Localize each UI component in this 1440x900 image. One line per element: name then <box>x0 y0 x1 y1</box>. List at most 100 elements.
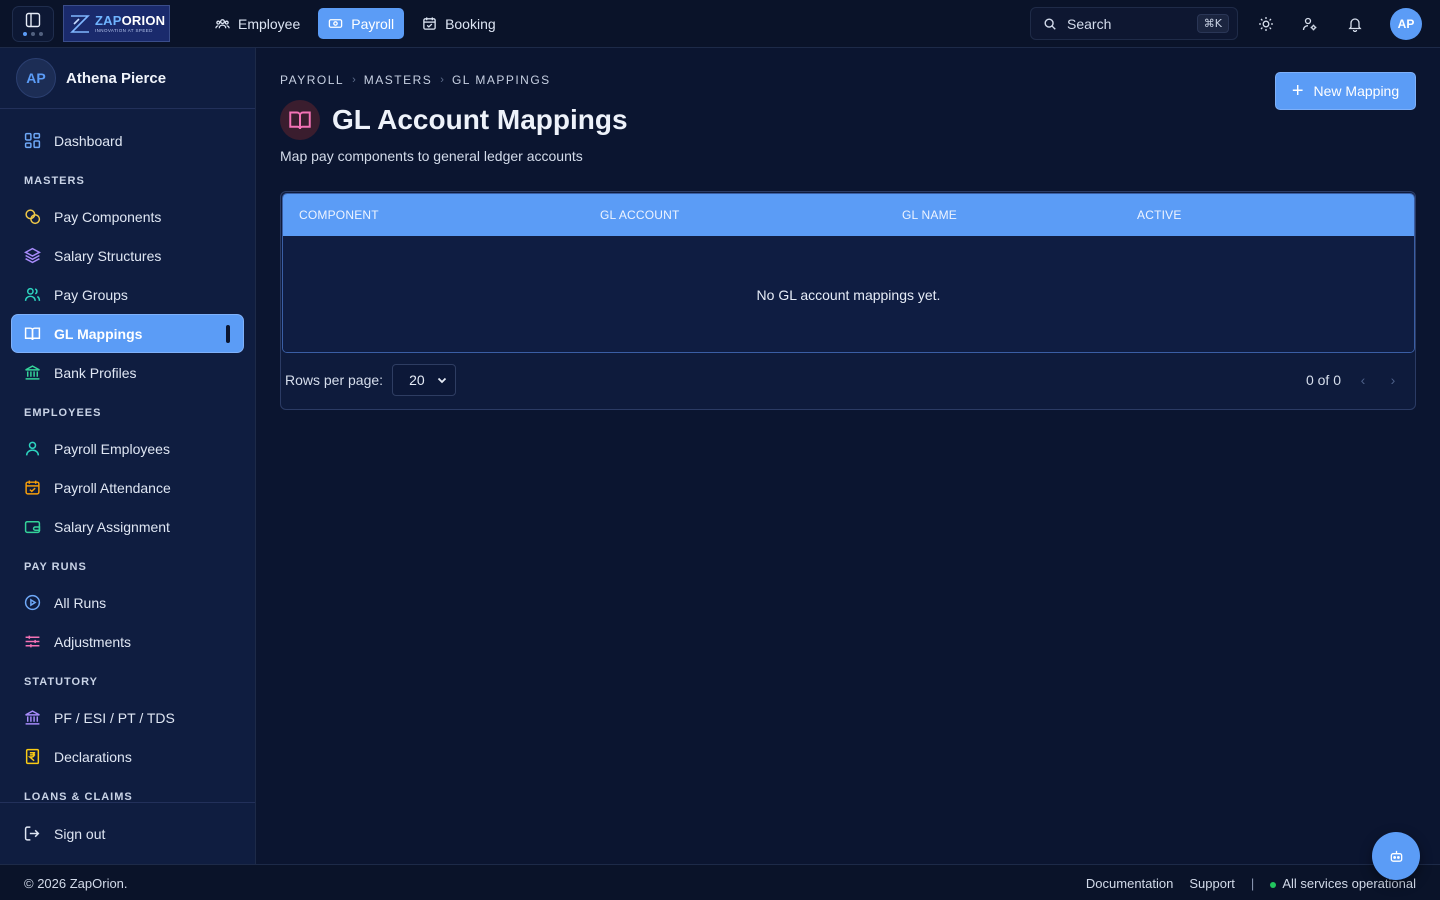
column-header-gl-account[interactable]: GL ACCOUNT <box>600 208 680 222</box>
sidebar-item-label: Salary Assignment <box>54 518 170 535</box>
module-tab-payroll[interactable]: Payroll <box>318 8 405 39</box>
sign-out-label: Sign out <box>54 825 106 842</box>
breadcrumb-payroll[interactable]: PAYROLL <box>280 73 344 87</box>
landmark-icon <box>25 710 40 725</box>
user-icon <box>25 441 40 456</box>
sidebar-item-pay-components[interactable]: Pay Components <box>12 198 243 235</box>
sidebar-item-payroll-attendance[interactable]: Payroll Attendance <box>12 469 243 506</box>
banknote-icon <box>329 19 343 28</box>
sidebar-item-label: Pay Components <box>54 208 162 225</box>
logo-wordmark: ZAPORION <box>95 12 166 28</box>
account-settings-button[interactable] <box>1298 12 1322 36</box>
new-mapping-label: New Mapping <box>1313 83 1400 99</box>
book-open-icon <box>289 111 311 130</box>
assistant-bot-button[interactable] <box>1372 832 1420 880</box>
column-header-gl-name[interactable]: GL NAME <box>902 208 957 222</box>
page-title: GL Account Mappings <box>332 104 628 135</box>
module-tab-booking[interactable]: Booking <box>412 8 506 39</box>
user-avatar-button[interactable]: AP <box>1390 8 1422 40</box>
search-label: Search <box>1067 15 1112 32</box>
main-content: PAYROLL › MASTERS › GL MAPPINGS GL Accou… <box>256 48 1440 864</box>
sidebar: AP Athena Pierce Dashboard MASTERS Pay C… <box>0 48 256 864</box>
module-tab-label: Payroll <box>351 15 395 32</box>
sidebar-nav[interactable]: Dashboard MASTERS Pay Components Salary … <box>0 109 255 802</box>
chevron-right-icon[interactable]: › <box>1385 372 1401 388</box>
zaporion-logo[interactable]: ZAPORION INNOVATION AT SPEED <box>63 5 170 42</box>
breadcrumb-masters[interactable]: MASTERS <box>364 73 433 87</box>
section-label-pay-runs: PAY RUNS <box>24 561 87 573</box>
pagination-range: 0 of 0 <box>1305 372 1341 388</box>
sidebar-item-label: PF / ESI / PT / TDS <box>54 709 175 726</box>
sidebar-item-salary-structures[interactable]: Salary Structures <box>12 237 243 274</box>
user-cog-icon <box>1302 17 1317 31</box>
sidebar-item-label: Salary Structures <box>54 247 162 264</box>
column-header-active[interactable]: ACTIVE <box>1137 208 1182 222</box>
users-icon <box>215 19 230 29</box>
section-label-employees: EMPLOYEES <box>24 407 102 419</box>
sidebar-item-bank-profiles[interactable]: Bank Profiles <box>12 354 243 391</box>
chevron-right-icon: › <box>352 74 356 86</box>
bell-icon <box>1348 18 1362 32</box>
sidebar-item-dashboard[interactable]: Dashboard <box>12 122 243 159</box>
sidebar-item-adjustments[interactable]: Adjustments <box>12 623 243 660</box>
page-subtitle: Map pay components to general ledger acc… <box>280 148 583 164</box>
sun-icon <box>1259 17 1273 31</box>
logo-mark-icon <box>70 14 90 33</box>
wallet-icon <box>24 520 41 534</box>
gl-mappings-table: COMPONENT GL ACCOUNT GL NAME ACTIVE No G… <box>282 193 1415 353</box>
sidebar-toggle-button[interactable] <box>12 6 54 42</box>
rows-per-page-select[interactable]: 20 <box>392 364 457 396</box>
logo-tagline: INNOVATION AT SPEED <box>95 27 153 33</box>
sidebar-item-label: GL Mappings <box>54 325 143 342</box>
breadcrumb: PAYROLL › MASTERS › GL MAPPINGS <box>280 73 551 87</box>
user-name: Athena Pierce <box>66 69 167 87</box>
footer-links: Documentation Support | All services ope… <box>1086 876 1416 891</box>
module-tab-label: Employee <box>238 15 301 32</box>
section-label-masters: MASTERS <box>24 175 85 187</box>
page-icon <box>280 100 320 140</box>
dashboard-icon <box>24 132 41 149</box>
status-dot-icon <box>1270 881 1277 888</box>
sidebar-item-pf-esi-pt-tds[interactable]: PF / ESI / PT / TDS <box>12 699 243 736</box>
sliders-icon <box>25 635 40 648</box>
module-tab-label: Booking <box>445 15 496 32</box>
notifications-button[interactable] <box>1343 12 1367 36</box>
calendar-check-icon <box>423 17 436 30</box>
global-search[interactable]: Search ⌘K <box>1030 7 1238 40</box>
section-label-loans-claims: LOANS & CLAIMS <box>24 791 133 802</box>
chevron-down-icon <box>437 377 447 384</box>
avatar: AP <box>16 58 56 98</box>
sidebar-item-pay-groups[interactable]: Pay Groups <box>12 276 243 313</box>
sidebar-item-label: All Runs <box>54 594 107 611</box>
sidebar-item-label: Pay Groups <box>54 286 128 303</box>
sidebar-item-payroll-employees[interactable]: Payroll Employees <box>12 430 243 467</box>
sidebar-item-gl-mappings[interactable]: GL Mappings <box>12 315 243 352</box>
rows-per-page: Rows per page: 20 <box>285 364 457 396</box>
workspace-dots <box>23 32 43 36</box>
sidebar-item-declarations[interactable]: Declarations <box>12 738 243 775</box>
coins-icon <box>25 209 41 225</box>
support-link[interactable]: Support <box>1189 876 1235 891</box>
sign-out-button[interactable]: Sign out <box>12 815 243 852</box>
column-header-component[interactable]: COMPONENT <box>299 208 379 222</box>
table-body: No GL account mappings yet. <box>283 236 1414 352</box>
theme-toggle-button[interactable] <box>1254 12 1278 36</box>
sidebar-item-all-runs[interactable]: All Runs <box>12 584 243 621</box>
user-card[interactable]: AP Athena Pierce <box>0 48 255 109</box>
footer-divider: | <box>1250 876 1255 891</box>
sidebar-item-label: Payroll Employees <box>54 440 170 457</box>
layers-icon <box>24 247 41 264</box>
table-header: COMPONENT GL ACCOUNT GL NAME ACTIVE <box>283 194 1414 236</box>
documentation-link[interactable]: Documentation <box>1086 876 1173 891</box>
module-tab-employee[interactable]: Employee <box>205 8 310 39</box>
sidebar-item-label: Dashboard <box>54 132 123 149</box>
chevron-left-icon[interactable]: ‹ <box>1355 372 1371 388</box>
panel-left-icon <box>25 12 41 28</box>
sidebar-footer: Sign out <box>0 802 255 864</box>
new-mapping-button[interactable]: + New Mapping <box>1275 72 1416 110</box>
gl-mappings-table-card: COMPONENT GL ACCOUNT GL NAME ACTIVE No G… <box>280 191 1416 410</box>
sidebar-item-label: Declarations <box>54 748 132 765</box>
users-icon <box>24 287 41 301</box>
sidebar-item-salary-assignment[interactable]: Salary Assignment <box>12 508 243 545</box>
bot-icon <box>1390 850 1402 862</box>
